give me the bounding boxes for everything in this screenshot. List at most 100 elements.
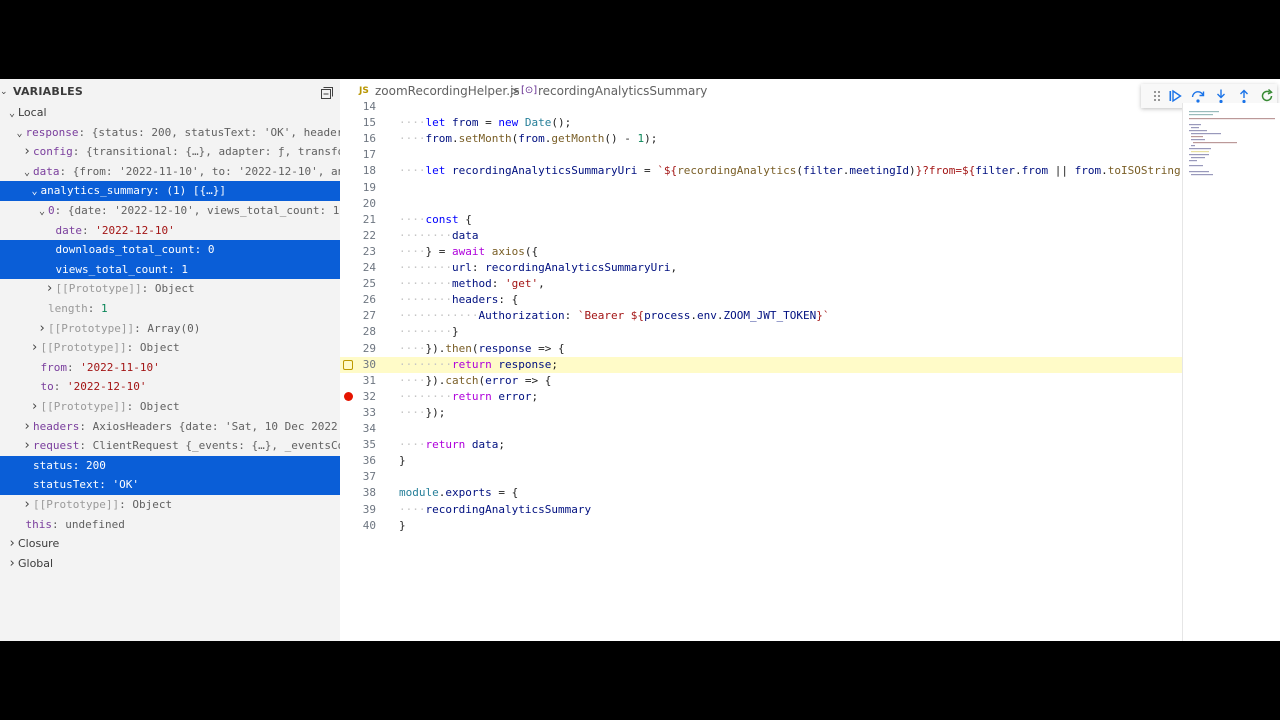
- code-line: 24 ········url: recordingAnalyticsSummary…: [340, 260, 1182, 276]
- restart-icon[interactable]: [1259, 88, 1275, 104]
- variable-row[interactable]: › [[Prototype]]: Array(0): [0, 319, 340, 339]
- chevron-right-icon[interactable]: ›: [29, 338, 41, 358]
- chevron-right-icon[interactable]: ›: [44, 279, 56, 299]
- code-line: 25 ········method: 'get',: [340, 276, 1182, 292]
- variable-row[interactable]: status: 200: [0, 455, 340, 476]
- colon: :: [54, 204, 68, 217]
- variable-row[interactable]: ⌄ 0: {date: '2022-12-10', views_total_cou…: [0, 201, 340, 221]
- vscode-window: ⌄ VARIABLES ⌄ Local ⌄ response: {status: 20…: [0, 79, 1280, 641]
- paused-breakpoint-icon[interactable]: [343, 359, 353, 370]
- step-into-icon[interactable]: [1213, 88, 1229, 104]
- variable-value: (1) [{…}]: [166, 184, 226, 198]
- collapse-all-icon[interactable]: [320, 86, 334, 100]
- code-line: 34: [340, 421, 1182, 437]
- variable-row[interactable]: › request: ClientRequest {_events: {…}, _…: [0, 436, 340, 456]
- line-number: 28: [362, 325, 376, 339]
- variable-row[interactable]: › headers: AxiosHeaders {date: 'Sat, 10 D…: [0, 417, 340, 437]
- chevron-right-icon[interactable]: ›: [21, 417, 33, 437]
- variable-row[interactable]: views_total_count: 1: [0, 259, 340, 280]
- variable-value: 0: [207, 243, 215, 257]
- minimap[interactable]: [1182, 103, 1280, 641]
- variable-row[interactable]: › [[Prototype]]: Object: [0, 495, 340, 515]
- colon: :: [87, 302, 101, 315]
- code-line: 39 ····recordingAnalyticsSummary: [340, 502, 1182, 518]
- breakpoint-icon[interactable]: [344, 391, 353, 401]
- line-number: 36: [362, 454, 376, 468]
- variables-header[interactable]: ⌄ VARIABLES: [0, 83, 340, 101]
- variable-name: config: [33, 145, 73, 159]
- variable-row[interactable]: › [[Prototype]]: Object: [0, 338, 340, 358]
- chevron-right-icon[interactable]: ›: [21, 436, 33, 456]
- code-text: module.exports = {: [399, 486, 519, 500]
- variable-row[interactable]: date: '2022-12-10': [0, 221, 340, 241]
- code-line: 32 ········return error;: [340, 389, 1182, 405]
- line-number: 35: [362, 438, 376, 452]
- variable-row[interactable]: length: 1: [0, 299, 340, 319]
- chevron-down-icon[interactable]: ⌄: [29, 182, 41, 201]
- chevron-right-icon[interactable]: ›: [21, 495, 33, 515]
- code-line: 37: [340, 469, 1182, 485]
- variable-row[interactable]: ⌄ analytics_summary: (1) [{…}]: [0, 181, 340, 201]
- line-number: 17: [362, 148, 376, 162]
- chevron-down-icon[interactable]: ⌄: [21, 163, 33, 182]
- variable-row[interactable]: ⌄ data: {from: '2022-11-10', to: '2022-12…: [0, 162, 340, 182]
- code-line: 20: [340, 196, 1182, 212]
- code-line: 26 ········headers: {: [340, 292, 1182, 308]
- code-line: 17: [340, 147, 1182, 163]
- code-text: ············Authorization: `Bearer ${pro…: [399, 309, 830, 323]
- chevron-right-icon[interactable]: ›: [6, 554, 18, 574]
- variable-row[interactable]: statusText: 'OK': [0, 475, 340, 495]
- variable-row[interactable]: this: undefined: [0, 515, 340, 535]
- variable-name: length: [48, 302, 88, 315]
- colon: :: [194, 243, 208, 257]
- step-out-icon[interactable]: [1236, 88, 1252, 104]
- scope-label: Closure: [18, 537, 60, 551]
- variable-row[interactable]: from: '2022-11-10': [0, 358, 340, 378]
- colon: :: [82, 223, 96, 237]
- variable-row[interactable]: › [[Prototype]]: Object: [0, 279, 340, 299]
- variable-row[interactable]: › Closure: [0, 534, 340, 554]
- variable-row[interactable]: to: '2022-12-10': [0, 377, 340, 397]
- variable-value: {status: 200, statusText: 'OK', headers:…: [91, 125, 340, 139]
- colon: :: [168, 262, 182, 276]
- chevron-right-icon[interactable]: ›: [21, 142, 33, 162]
- code-editor: JS zoomRecordingHelper.js > [⊙] recordin…: [340, 79, 1280, 641]
- code-text: ····} = await axios({: [399, 244, 539, 258]
- code-text: }: [399, 518, 406, 532]
- line-number: 22: [362, 228, 376, 242]
- variable-name: response: [25, 125, 79, 139]
- code-text: ····return data;: [399, 438, 505, 452]
- variable-row[interactable]: › Global: [0, 554, 340, 574]
- variable-name: date: [55, 223, 83, 237]
- variable-value: 'OK': [112, 478, 139, 492]
- chevron-down-icon[interactable]: ⌄: [0, 83, 10, 101]
- line-number: 21: [362, 212, 376, 226]
- variable-value: AxiosHeaders {date: 'Sat, 10 Dec 2022 18…: [92, 419, 340, 433]
- code-text: }: [399, 454, 406, 468]
- current-line: 30 ········return response;: [340, 356, 1182, 373]
- chevron-right-icon[interactable]: ›: [29, 397, 41, 417]
- step-over-icon[interactable]: [1190, 88, 1206, 104]
- chevron-right-icon[interactable]: ›: [6, 534, 18, 554]
- code-line: 16 ····from.setMonth(from.getMonth() - 1)…: [340, 131, 1182, 147]
- variable-row[interactable]: downloads_total_count: 0: [0, 240, 340, 260]
- variable-value: Array(0): [147, 321, 201, 335]
- line-number: 23: [362, 244, 376, 258]
- chevron-down-icon[interactable]: ⌄: [6, 104, 18, 123]
- line-number: 14: [362, 100, 376, 113]
- chevron-down-icon[interactable]: ⌄: [36, 202, 48, 221]
- code-line: 14: [340, 99, 1182, 115]
- variable-row[interactable]: › config: {transitional: {…}, adapter: ƒ,…: [0, 142, 340, 162]
- chevron-right-icon[interactable]: ›: [36, 319, 48, 339]
- code-text: ····from.setMonth(from.getMonth() - 1);: [399, 132, 664, 146]
- variable-name: [[Prototype]]: [40, 341, 127, 355]
- variable-value: Object: [132, 498, 173, 511]
- line-number: 15: [362, 116, 376, 130]
- variable-row[interactable]: ⌄ Local: [0, 103, 340, 123]
- line-number: 18: [362, 164, 376, 178]
- variable-row[interactable]: ⌄ response: {status: 200, statusText: 'OK…: [0, 123, 340, 143]
- variable-row[interactable]: › [[Prototype]]: Object: [0, 397, 340, 417]
- chevron-down-icon[interactable]: ⌄: [14, 124, 26, 143]
- variable-name: from: [40, 360, 68, 374]
- code-text: ····}).catch(error => {: [399, 373, 552, 387]
